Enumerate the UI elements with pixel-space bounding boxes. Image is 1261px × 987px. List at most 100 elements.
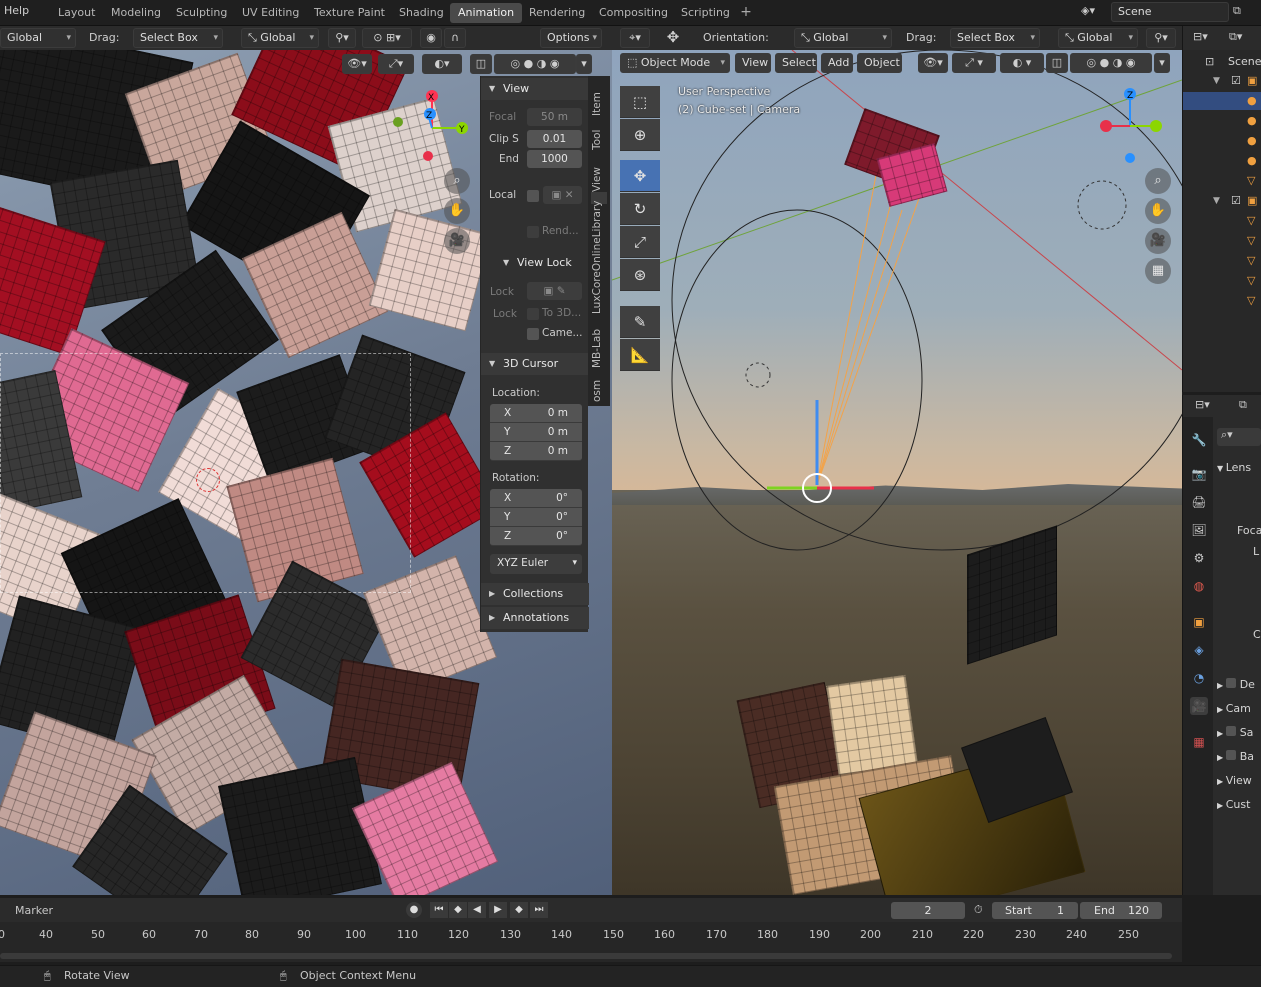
pan-hand-icon[interactable]: ✋	[444, 198, 470, 224]
object-icon[interactable]: ●	[1247, 94, 1257, 107]
view-panel-header[interactable]: ▼ View	[481, 78, 589, 100]
next-keyframe-icon[interactable]: ◆	[510, 902, 528, 918]
lock-to-3d-checkbox[interactable]	[527, 308, 539, 320]
zoom-icon[interactable]: ⌕	[1145, 168, 1171, 194]
play-reverse-icon[interactable]: ◀	[468, 902, 486, 918]
depth-of-field-section[interactable]: ▶ De	[1217, 678, 1255, 691]
snap-icon[interactable]: ⊙ ⊞▾	[362, 28, 412, 48]
stopwatch-icon[interactable]: ⏱	[974, 903, 983, 917]
falloff-icon[interactable]: ∩	[444, 28, 466, 48]
tab-sculpting[interactable]: Sculpting	[168, 3, 235, 23]
orientation-dropdown-right[interactable]: ⤡ Global ▾	[794, 28, 892, 48]
select-tool-icon[interactable]: ⬚	[620, 86, 660, 118]
transform-orientation-dropdown[interactable]: Global ▾	[0, 28, 76, 48]
play-icon[interactable]: ▶	[489, 902, 507, 918]
prev-keyframe-icon[interactable]: ◆	[449, 902, 467, 918]
move-icon[interactable]: ✥	[660, 28, 686, 48]
pin-icon[interactable]: ⧉	[1239, 398, 1247, 412]
add-menu[interactable]: Add	[821, 53, 853, 73]
end-frame-field[interactable]: End 120	[1080, 902, 1162, 919]
expand-icon[interactable]: ▼	[1213, 76, 1220, 86]
shading-options-icon[interactable]: ▾	[1154, 53, 1170, 73]
local-camera-checkbox[interactable]	[527, 190, 539, 202]
visibility-icon[interactable]: 👁▾	[918, 53, 948, 73]
tab-compositing[interactable]: Compositing	[591, 3, 676, 23]
timeline-ruler[interactable]: 0 40 50 60 70 80 90 100 110 120 130 140 …	[0, 922, 1182, 962]
gizmo-toggle-icon[interactable]: ⤢▾	[378, 54, 414, 74]
current-frame-field[interactable]: 2	[891, 902, 965, 919]
camera-section[interactable]: ▶ Cam	[1217, 702, 1251, 715]
object-icon[interactable]: ●	[1247, 114, 1257, 127]
display-mode-icon[interactable]: ⧉▾	[1229, 30, 1242, 44]
object-tab-icon[interactable]: ▣	[1190, 613, 1208, 631]
overlay-icon[interactable]: ◐▾	[422, 54, 462, 74]
view-layer-tab-icon[interactable]: 🖼	[1190, 521, 1208, 539]
measure-tool-icon[interactable]: 📐	[620, 339, 660, 371]
texture-tab-icon[interactable]: ▦	[1190, 733, 1208, 751]
pan-hand-icon[interactable]: ✋	[1145, 198, 1171, 224]
pivot-icon[interactable]: ⚲▾	[328, 28, 356, 48]
tab-shading[interactable]: Shading	[391, 3, 452, 23]
jump-start-icon[interactable]: ⏮	[430, 902, 448, 918]
context-dropdown[interactable]: ⌕▾	[1217, 428, 1261, 446]
navigation-gizmo[interactable]: X Y Z	[388, 80, 478, 170]
rotation-mode-dropdown[interactable]: XYZ Euler ▾	[490, 554, 582, 574]
tab-modeling[interactable]: Modeling	[103, 3, 169, 23]
checkbox-icon[interactable]: ☑	[1231, 74, 1241, 87]
transform-tool-icon[interactable]: ⊛	[620, 259, 660, 291]
cursor-tool-icon[interactable]: ⊕	[620, 119, 660, 151]
3d-cursor-header[interactable]: ▼ 3D Cursor	[481, 353, 589, 375]
object-icon[interactable]: ▽	[1247, 254, 1255, 267]
tab-layout[interactable]: Layout	[50, 3, 103, 23]
navigation-gizmo[interactable]: Z	[1092, 80, 1162, 170]
tab-luxcore-online-library[interactable]: LuxCoreOnlineLibrary	[591, 201, 607, 326]
cursor-location-x[interactable]: X0 m	[490, 404, 582, 423]
camera-view-icon[interactable]: 🎥	[1145, 228, 1171, 254]
constraints-tab-icon[interactable]: ◔	[1190, 669, 1208, 687]
background-images-section[interactable]: ▶ Ba	[1217, 750, 1254, 763]
annotations-header[interactable]: ▶ Annotations	[481, 607, 589, 629]
visibility-icon[interactable]: 👁▾	[342, 54, 372, 74]
object-icon[interactable]: ●	[1247, 154, 1257, 167]
ortho-grid-icon[interactable]: ▦	[1145, 258, 1171, 284]
lens-section[interactable]: ▼ Lens	[1217, 461, 1251, 474]
add-workspace-icon[interactable]: +	[737, 3, 755, 23]
tab-osm[interactable]: osm	[591, 380, 607, 414]
editor-type-icon[interactable]: ⊟▾	[1193, 30, 1208, 43]
cursor-rotation-x[interactable]: X 0°	[490, 489, 582, 508]
safe-areas-section[interactable]: ▶ Sa	[1217, 726, 1253, 739]
cursor-location-y[interactable]: Y0 m	[490, 423, 582, 442]
scene-tab-icon[interactable]: ⚙	[1190, 549, 1208, 567]
scene-selector-icon[interactable]: ◈▾	[1081, 4, 1095, 17]
shading-modes-icon[interactable]: ◎ ● ◑ ◉	[1070, 53, 1152, 73]
cursor-rotation-y[interactable]: Y 0°	[490, 508, 582, 527]
custom-properties-section[interactable]: ▶ Cust	[1217, 798, 1250, 811]
render-tab-icon[interactable]: 📷	[1190, 465, 1208, 483]
annotate-tool-icon[interactable]: ✎	[620, 306, 660, 338]
local-camera-field[interactable]: ▣ ✕	[543, 186, 582, 204]
xray-icon[interactable]: ◫	[1046, 53, 1068, 73]
scene-field[interactable]: Scene	[1111, 2, 1229, 22]
checkbox-icon[interactable]: ☑	[1231, 194, 1241, 207]
object-icon[interactable]: ▽	[1247, 174, 1255, 187]
clip-end-field[interactable]: 1000	[527, 150, 582, 168]
select-menu[interactable]: Select	[775, 53, 817, 73]
camera-view-icon[interactable]: 🎥	[444, 228, 470, 254]
scale-tool-icon[interactable]: ⤢	[620, 226, 660, 258]
collections-header[interactable]: ▶ Collections	[481, 583, 589, 605]
clip-start-field[interactable]: 0.01	[527, 130, 582, 148]
options-dropdown[interactable]: Options ▾	[540, 28, 602, 48]
overlay-icon[interactable]: ◐ ▾	[1000, 53, 1044, 73]
object-icon[interactable]: ▽	[1247, 214, 1255, 227]
xray-icon[interactable]: ◫	[470, 54, 492, 74]
modifier-tab-icon[interactable]: ◈	[1190, 641, 1208, 659]
cursor-rotation-z[interactable]: Z 0°	[490, 527, 582, 546]
focal-field[interactable]: 50 m	[527, 108, 582, 126]
tab-tool[interactable]: Tool	[591, 130, 607, 162]
new-scene-icon[interactable]: ⧉	[1233, 4, 1241, 18]
timeline-scrollbar[interactable]	[0, 953, 1172, 959]
object-icon[interactable]: ●	[1247, 134, 1257, 147]
view-lock-header[interactable]: ▼ View Lock	[481, 252, 589, 274]
tab-item[interactable]: Item	[591, 92, 607, 128]
pivot-point-icon[interactable]: ⚲▾	[1146, 28, 1176, 48]
